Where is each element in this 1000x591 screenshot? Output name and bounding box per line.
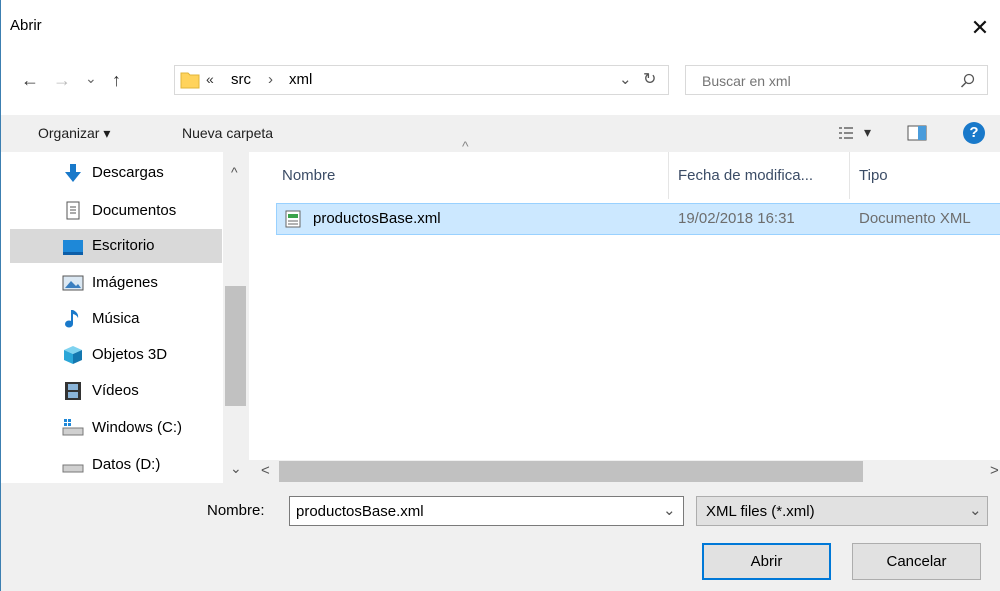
close-icon: ✕ [970,15,990,40]
column-header-type[interactable]: Tipo [859,152,999,199]
sidebar-item-objetos-3d[interactable]: Objetos 3D [10,338,222,372]
sidebar-item-musica[interactable]: Música [10,302,222,336]
sidebar-item-label: Vídeos [92,382,139,399]
close-button[interactable]: ✕ [960,8,1000,48]
chevron-down-icon: ⌄ [85,70,97,86]
forward-arrow-icon: → [53,70,71,90]
download-icon [65,164,81,182]
sidebar-item-documentos[interactable]: Documentos [10,194,222,228]
music-icon [65,310,79,328]
cancel-button[interactable]: Cancelar [852,543,981,580]
sidebar-item-label: Windows (C:) [92,419,183,436]
help-icon[interactable]: ? [963,122,985,144]
sidebar-item-label: Música [92,310,140,327]
search-box [685,65,988,95]
column-divider[interactable] [849,152,850,199]
chevron-down-icon: ⌄ [969,502,982,519]
desktop-icon [63,240,83,255]
filename-combobox[interactable]: productosBase.xml ⌄ [289,496,684,526]
filename-input[interactable]: productosBase.xml [296,503,424,520]
scroll-down-icon[interactable]: ⌄ [230,460,242,477]
scroll-right-icon[interactable]: > [990,462,999,479]
sidebar-item-label: Imágenes [92,274,158,291]
sidebar-item-imagenes[interactable]: Imágenes [10,266,222,300]
xml-file-icon [285,210,301,228]
sidebar-item-label: Descargas [92,164,164,181]
sidebar-item-label: Documentos [92,202,177,219]
file-name: productosBase.xml [313,210,441,227]
column-header-label: Fecha de modifica... [678,167,814,184]
address-dropdown-icon[interactable]: ⌄ [619,70,632,88]
chevron-down-icon[interactable]: ⌄ [663,501,676,519]
refresh-icon[interactable]: ↻ [643,69,656,89]
objects3d-icon [64,346,82,364]
videos-icon [65,382,81,400]
preview-pane-icon[interactable] [907,125,927,141]
sidebar-item-label: Objetos 3D [92,346,168,363]
sidebar-scrollbar-thumb[interactable] [225,286,246,406]
sidebar-item-videos[interactable]: Vídeos [10,374,222,408]
breadcrumb-xml[interactable]: xml [289,71,312,88]
search-input[interactable] [700,72,954,90]
sidebar-item-datos-d[interactable]: Datos (D:) [10,448,222,482]
drive-c-icon [62,419,84,436]
up-folder-button[interactable]: ↑ [112,70,121,90]
dialog-title: Abrir [10,17,42,34]
pictures-icon [62,275,84,291]
column-header-label: Nombre [282,167,336,184]
column-divider[interactable] [668,152,669,199]
command-toolbar: Organizar ▾ Nueva carpeta ▾ ? [1,115,1000,152]
sidebar-item-windows-c[interactable]: Windows (C:) [10,411,222,445]
sidebar-item-descargas[interactable]: Descargas [10,156,222,190]
path-overflow-icon[interactable]: « [206,71,214,87]
documents-icon [66,201,80,220]
column-header-label: Tipo [859,167,888,184]
sidebar-item-escritorio[interactable]: Escritorio [10,229,222,263]
open-button[interactable]: Abrir [702,543,831,580]
help-glyph: ? [969,124,979,141]
back-arrow-icon: ← [21,70,39,90]
back-button[interactable]: ← [21,70,39,90]
column-header-date[interactable]: Fecha de modifica... [678,152,848,199]
breadcrumb-separator-icon: › [268,71,273,88]
up-arrow-icon: ↑ [112,70,121,90]
scroll-left-icon[interactable]: < [261,462,270,479]
filetype-select[interactable]: XML files (*.xml) ⌄ [696,496,988,526]
view-dropdown-icon[interactable]: ▾ [864,124,871,141]
filetype-value: XML files (*.xml) [706,503,815,520]
new-folder-button[interactable]: Nueva carpeta [182,125,273,141]
navigation-pane: Descargas Documentos Escritorio Imágenes [2,152,249,483]
search-icon[interactable] [960,73,976,89]
drive-d-icon [62,464,84,473]
scroll-up-icon[interactable]: ^ [231,164,238,180]
recent-locations-button[interactable]: ⌄ [85,68,97,88]
forward-button[interactable]: → [53,70,71,90]
file-type: Documento XML [859,210,971,227]
open-file-dialog: Abrir ✕ ← → ⌄ ↑ « src › xml ⌄ ↻ Organiza… [0,0,1000,591]
sidebar-item-label: Datos (D:) [92,456,161,473]
file-row[interactable]: productosBase.xml 19/02/2018 16:31 Docum… [276,203,1000,235]
sidebar-item-label: Escritorio [92,237,155,254]
folder-icon [180,72,200,89]
address-bar[interactable]: « src › xml ⌄ ↻ [174,65,669,95]
filename-label: Nombre: [207,502,265,519]
horizontal-scrollbar-thumb[interactable] [279,461,863,482]
column-header-name[interactable]: Nombre [282,152,666,199]
breadcrumb-src[interactable]: src [231,71,251,88]
organize-button[interactable]: Organizar ▾ [38,125,110,142]
file-date: 19/02/2018 16:31 [678,210,795,227]
view-options-icon[interactable] [838,125,854,141]
